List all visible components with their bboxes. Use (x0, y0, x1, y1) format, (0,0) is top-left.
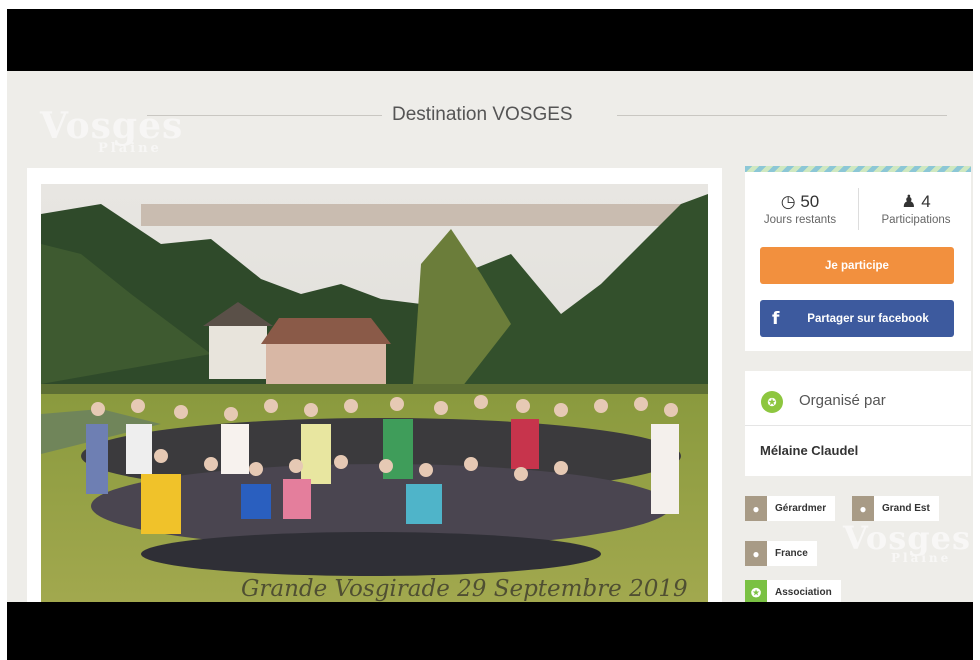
page-content: Vosges Plaine Destination VOSGES Grande … (7, 71, 973, 602)
facebook-icon: f (772, 308, 780, 329)
tag-label: Gérardmer (775, 503, 827, 514)
person-icon: ♟ (901, 192, 917, 211)
participate-button-label: Je participe (825, 259, 889, 272)
organizer-heading: Organisé par (799, 392, 886, 409)
tag-gerardmer[interactable]: ● Gérardmer (745, 496, 836, 521)
page-header: Destination VOSGES (147, 101, 947, 131)
days-remaining-value: 50 (800, 192, 820, 211)
header-divider-left (147, 115, 382, 116)
decorative-stripe (745, 166, 971, 172)
ribbon-icon: ✪ (745, 580, 767, 602)
tag-label: Association (775, 587, 832, 598)
organizer-card: ✪ Organisé par Mélaine Claudel (745, 371, 971, 476)
brand-watermark-bottom: Vosges Plaine (843, 519, 971, 565)
participation-card: ◷ 50 Jours restants ♟ 4 Participations J… (745, 166, 971, 351)
header-divider-right (617, 115, 947, 116)
days-remaining-label: Jours restants (763, 214, 837, 226)
ribbon-icon: ✪ (761, 391, 783, 413)
event-photo-card: Grande Vosgirade 29 Septembre 2019 (27, 168, 722, 602)
share-facebook-button[interactable]: f Partager sur facebook (760, 300, 954, 337)
clock-icon: ◷ (780, 192, 796, 211)
organizer-divider (745, 425, 971, 426)
participants-label: Participations (881, 214, 951, 226)
stat-divider (858, 188, 859, 230)
page-title: Destination VOSGES (392, 104, 573, 125)
participate-button[interactable]: Je participe (760, 247, 954, 284)
share-facebook-label: Partager sur facebook (807, 312, 929, 325)
location-pin-icon: ● (745, 541, 767, 566)
participants-stat: ♟ 4 Participations (861, 192, 971, 226)
participants-value: 4 (921, 192, 931, 211)
tag-label: Grand Est (882, 503, 930, 514)
tag-association[interactable]: ✪ Association (745, 580, 841, 602)
event-photo[interactable]: Grande Vosgirade 29 Septembre 2019 (41, 184, 708, 602)
location-pin-icon: ● (745, 496, 767, 521)
location-pin-icon: ● (852, 496, 874, 521)
letterbox-bottom (7, 602, 973, 660)
tag-grand-est[interactable]: ● Grand Est (852, 496, 939, 521)
video-frame: Vosges Plaine Destination VOSGES Grande … (7, 9, 973, 660)
group-photo-illustration (41, 184, 708, 602)
tag-label: France (775, 548, 808, 559)
tag-france[interactable]: ● France (745, 541, 817, 566)
organizer-name[interactable]: Mélaine Claudel (760, 443, 858, 458)
days-remaining-stat: ◷ 50 Jours restants (745, 192, 855, 226)
photo-caption: Grande Vosgirade 29 Septembre 2019 (241, 576, 688, 602)
